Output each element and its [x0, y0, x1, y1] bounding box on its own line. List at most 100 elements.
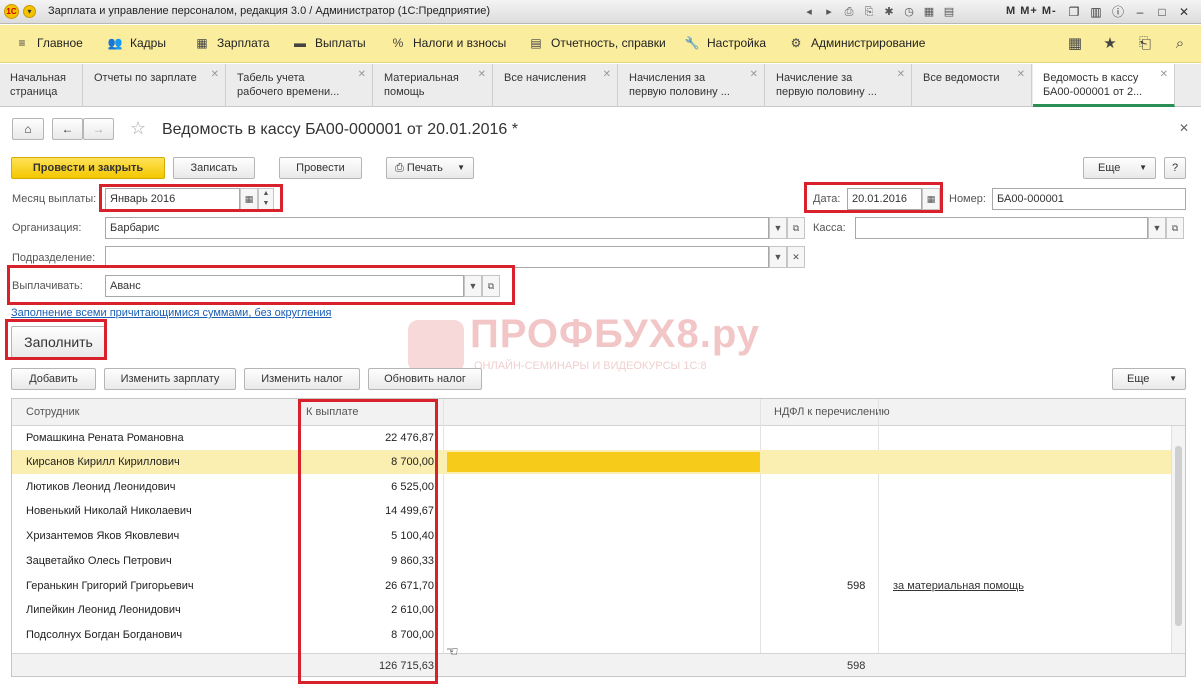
tab-all-accruals[interactable]: Все начисления ✕	[494, 64, 618, 107]
search-icon[interactable]: ⌕	[1167, 34, 1193, 54]
table-row[interactable]: Новенький Николай Николаевич 14 499,67	[12, 499, 1172, 523]
main-menu-icon[interactable]: ▾	[23, 5, 36, 18]
home-button[interactable]: ⌂	[12, 118, 44, 140]
calculator-icon: ▦	[196, 36, 208, 50]
section-main[interactable]: ≡ Главное	[14, 36, 82, 50]
close-icon[interactable]: ✕	[1017, 68, 1025, 82]
selected-cell	[447, 452, 760, 472]
section-hr[interactable]: 👥 Кадры	[107, 36, 166, 50]
number-input[interactable]: БА00-000001	[992, 188, 1186, 210]
panel-icon[interactable]: ▥	[1085, 2, 1107, 22]
back-icon[interactable]: ◂	[800, 3, 818, 21]
dropdown-icon[interactable]: ▼	[769, 246, 787, 268]
people-icon: 👥	[107, 36, 123, 50]
tab-timesheet[interactable]: Табель учета рабочего времени... ✕	[227, 64, 373, 107]
minimize-icon[interactable]: –	[1129, 2, 1151, 22]
ndfl-note-link[interactable]: за материальная помощь	[893, 580, 1024, 592]
highlight-date	[804, 182, 943, 213]
close-icon[interactable]: ✕	[603, 68, 611, 82]
table-row-selected[interactable]: Кирсанов Кирилл Кириллович 8 700,00	[12, 450, 1172, 474]
table-row[interactable]: Хризантемов Яков Яковлевич 5 100,40	[12, 524, 1172, 548]
section-settings[interactable]: 🔧 Настройка	[684, 36, 767, 50]
section-reports[interactable]: ▤ Отчетность, справки	[528, 36, 665, 50]
table-row[interactable]: Лютиков Леонид Леонидович 6 525,00	[12, 475, 1172, 499]
print-icon[interactable]: ⎙	[840, 3, 858, 21]
favorites-icon[interactable]: ★	[1097, 34, 1123, 54]
close-icon[interactable]: ✕	[897, 68, 905, 82]
close-icon[interactable]: ✕	[1173, 2, 1195, 22]
section-salary[interactable]: ▦ Зарплата	[194, 36, 269, 50]
open-icon[interactable]: ⧉	[1166, 217, 1184, 239]
section-admin[interactable]: ⚙ Администрирование	[788, 36, 926, 50]
forward-button[interactable]: →	[83, 118, 114, 140]
home-icon: ⌂	[24, 122, 32, 136]
table-row[interactable]: Ромашкина Рената Романовна 22 476,87	[12, 426, 1172, 450]
title-bar: 1С ▾ Зарплата и управление персоналом, р…	[0, 0, 1201, 24]
tab-cash-statement[interactable]: Ведомость в кассу БА00-000001 от 2... ✕	[1033, 64, 1175, 107]
cash-input[interactable]	[855, 217, 1148, 239]
refresh-tax-button[interactable]: Обновить налог	[368, 368, 482, 390]
close-form-icon[interactable]: ✕	[1179, 121, 1189, 135]
tab-accruals-first-half[interactable]: Начисления за первую половину ... ✕	[619, 64, 765, 107]
tab-all-statements[interactable]: Все ведомости ✕	[913, 64, 1032, 107]
scroll-thumb[interactable]	[1175, 446, 1182, 626]
highlight-amount-column	[298, 399, 438, 684]
print-button[interactable]: ⎙ Печать ▼	[386, 157, 474, 179]
history-icon[interactable]: ◷	[900, 3, 918, 21]
table-row[interactable]: Липейкин Леонид Леонидович 2 610,00	[12, 598, 1172, 622]
tab-material-aid[interactable]: Материальная помощь ✕	[374, 64, 493, 107]
favorite-star-icon[interactable]: ☆	[130, 118, 146, 139]
link-icon[interactable]: ⎘	[860, 3, 878, 21]
table-header: Сотрудник К выплате НДФЛ к перечислению	[12, 399, 1185, 426]
tab-accrual-first-half[interactable]: Начисление за первую половину ... ✕	[766, 64, 912, 107]
close-icon[interactable]: ✕	[750, 68, 758, 82]
add-button[interactable]: Добавить	[11, 368, 96, 390]
tab-home[interactable]: Начальная страница	[0, 64, 83, 107]
window-list-icon[interactable]: ❐	[1063, 2, 1085, 22]
close-icon[interactable]: ✕	[1160, 68, 1168, 82]
save-button[interactable]: Записать	[173, 157, 255, 179]
wrench-icon: 🔧	[684, 36, 700, 50]
dropdown-icon[interactable]: ▼	[769, 217, 787, 239]
header-employee[interactable]: Сотрудник	[26, 406, 79, 418]
forward-icon[interactable]: ▸	[820, 3, 838, 21]
change-salary-button[interactable]: Изменить зарплату	[104, 368, 236, 390]
close-icon[interactable]: ✕	[478, 68, 486, 82]
post-and-close-button[interactable]: Провести и закрыть	[11, 157, 165, 179]
calc-icon[interactable]: ▤	[940, 3, 958, 21]
history-icon[interactable]: ⎗	[1132, 34, 1158, 54]
open-icon[interactable]: ⧉	[787, 217, 805, 239]
org-input[interactable]: Барбарис	[105, 217, 769, 239]
tab-salary-reports[interactable]: Отчеты по зарплате ✕	[84, 64, 226, 107]
table-more-button[interactable]: Еще ▼	[1112, 368, 1186, 390]
help-button[interactable]: ?	[1164, 157, 1186, 179]
section-taxes[interactable]: % Налоги и взносы	[390, 36, 507, 50]
post-button[interactable]: Провести	[279, 157, 362, 179]
info-icon[interactable]: ⓘ	[1107, 2, 1129, 22]
report-icon: ▤	[530, 36, 542, 50]
page-title: Ведомость в кассу БА00-000001 от 20.01.2…	[162, 121, 518, 138]
employees-table: Сотрудник К выплате НДФЛ к перечислению …	[11, 398, 1186, 677]
hand-cursor-icon: ☜	[446, 643, 459, 659]
section-payments[interactable]: ▬ Выплаты	[292, 36, 366, 50]
close-icon[interactable]: ✕	[358, 68, 366, 82]
dropdown-icon[interactable]: ▼	[1148, 217, 1166, 239]
change-tax-button[interactable]: Изменить налог	[244, 368, 360, 390]
grid-icon[interactable]: ▦	[1062, 34, 1088, 54]
table-row[interactable]: Зацветайко Олесь Петрович 9 860,33	[12, 549, 1172, 573]
vertical-scrollbar[interactable]	[1171, 426, 1185, 653]
more-button[interactable]: Еще ▼	[1083, 157, 1156, 179]
table-row[interactable]: Геранькин Григорий Григорьевич 26 671,70…	[12, 574, 1172, 598]
maximize-icon[interactable]: □	[1151, 2, 1173, 22]
calendar-icon[interactable]: ▦	[920, 3, 938, 21]
table-totals-row: 126 715,63 598	[12, 653, 1185, 676]
star-icon[interactable]: ✱	[880, 3, 898, 21]
fill-mode-link[interactable]: Заполнение всеми причитающимися суммами,…	[11, 307, 332, 319]
header-ndfl[interactable]: НДФЛ к перечислению	[774, 406, 890, 418]
back-button[interactable]: ←	[52, 118, 83, 140]
memory-buttons[interactable]: M M+ M-	[1006, 5, 1057, 17]
table-row[interactable]: Подсолнух Богдан Богданович 8 700,00	[12, 623, 1172, 647]
clear-icon[interactable]: ✕	[787, 246, 805, 268]
org-label: Организация:	[12, 222, 82, 234]
close-icon[interactable]: ✕	[211, 68, 219, 82]
